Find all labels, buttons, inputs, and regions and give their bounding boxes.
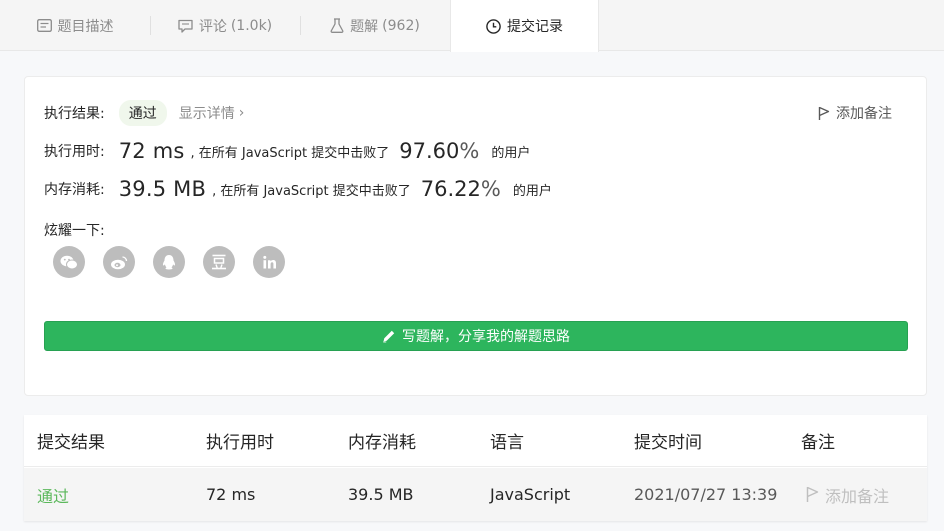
header-note: 备注 xyxy=(801,433,835,453)
header-time: 提交时间 xyxy=(634,433,702,453)
linkedin-icon[interactable] xyxy=(253,246,285,278)
row-result-link[interactable]: 通过 xyxy=(37,468,69,521)
row-add-note-label: 添加备注 xyxy=(825,486,890,506)
tab-comments[interactable]: 评论 (1.0k) xyxy=(150,0,300,51)
show-details-label: 显示详情 xyxy=(178,106,235,122)
memory-label: 内存消耗: xyxy=(44,182,105,198)
runtime-text: , 在所有 JavaScript 提交中击败了 xyxy=(190,145,390,161)
header-memory: 内存消耗 xyxy=(348,433,416,453)
header-runtime: 执行用时 xyxy=(206,433,274,453)
table-header: 提交结果 执行用时 内存消耗 语言 提交时间 备注 xyxy=(24,415,927,467)
runtime-value: 72 ms xyxy=(118,139,185,163)
runtime-label: 执行用时: xyxy=(44,144,105,160)
runtime-percentile: 97.60% xyxy=(399,139,479,163)
row-add-note-button[interactable]: 添加备注 xyxy=(806,468,889,521)
tab-bar: 题目描述 评论 (1.0k) 题解 (962) 提交记录 xyxy=(0,0,944,52)
status-row: 执行结果: 通过 显示详情 › xyxy=(44,100,244,126)
clock-icon xyxy=(486,18,501,34)
tab-label: 评论 xyxy=(198,18,227,35)
comment-icon xyxy=(178,19,193,33)
share-row: 炫耀一下: xyxy=(44,220,105,240)
status-label: 执行结果: xyxy=(44,106,105,122)
tab-solutions[interactable]: 题解 (962) xyxy=(300,0,450,51)
tab-label: 题解 xyxy=(350,18,379,35)
weibo-icon[interactable] xyxy=(103,246,135,278)
flag-icon xyxy=(818,106,830,120)
share-buttons xyxy=(53,246,303,278)
flask-icon xyxy=(330,18,344,33)
qq-icon[interactable] xyxy=(153,246,185,278)
pencil-icon xyxy=(383,330,395,343)
tab-submissions[interactable]: 提交记录 xyxy=(450,0,599,52)
douban-icon[interactable] xyxy=(203,246,235,278)
row-memory: 39.5 MB xyxy=(348,485,414,504)
description-icon xyxy=(36,19,52,32)
memory-row: 内存消耗: 39.5 MB , 在所有 JavaScript 提交中击败了 76… xyxy=(44,177,552,201)
users-text: 的用户 xyxy=(491,145,531,161)
pct-unit: % xyxy=(459,139,480,163)
header-language: 语言 xyxy=(490,433,524,453)
table-row: 通过 72 ms 39.5 MB JavaScript 2021/07/27 1… xyxy=(24,468,927,521)
add-note-button[interactable]: 添加备注 xyxy=(818,103,892,123)
chevron-right-icon: › xyxy=(238,105,245,121)
tab-count: (962) xyxy=(382,17,420,34)
write-solution-button[interactable]: 写题解，分享我的解题思路 xyxy=(44,321,908,351)
users-text: 的用户 xyxy=(512,183,552,199)
memory-pct-value: 76.22 xyxy=(420,177,481,201)
flag-icon xyxy=(806,486,819,502)
pct-unit: % xyxy=(480,177,501,201)
show-details-link[interactable]: 显示详情 › xyxy=(179,103,245,123)
tab-description[interactable]: 题目描述 xyxy=(0,0,150,51)
row-language: JavaScript xyxy=(490,485,571,504)
status-badge: 通过 xyxy=(118,100,167,126)
wechat-icon[interactable] xyxy=(53,246,85,278)
row-runtime: 72 ms xyxy=(206,485,256,504)
write-solution-label: 写题解，分享我的解题思路 xyxy=(402,329,570,345)
header-result: 提交结果 xyxy=(37,433,105,453)
submission-result-card: 执行结果: 通过 显示详情 › 添加备注 执行用时: 72 ms , 在所有 J… xyxy=(24,76,927,396)
row-time: 2021/07/27 13:39 xyxy=(634,485,778,504)
add-note-label: 添加备注 xyxy=(836,106,892,122)
runtime-row: 执行用时: 72 ms , 在所有 JavaScript 提交中击败了 97.6… xyxy=(44,139,530,163)
tab-label: 提交记录 xyxy=(507,19,563,35)
tab-count: (1.0k) xyxy=(230,17,273,34)
share-label: 炫耀一下: xyxy=(44,223,105,239)
memory-value: 39.5 MB xyxy=(118,177,207,201)
memory-text: , 在所有 JavaScript 提交中击败了 xyxy=(212,183,411,199)
runtime-pct-value: 97.60 xyxy=(399,139,460,163)
submissions-table: 提交结果 执行用时 内存消耗 语言 提交时间 备注 通过 72 ms 39.5 … xyxy=(24,415,927,521)
tab-label: 题目描述 xyxy=(57,18,114,35)
memory-percentile: 76.22% xyxy=(421,177,501,201)
